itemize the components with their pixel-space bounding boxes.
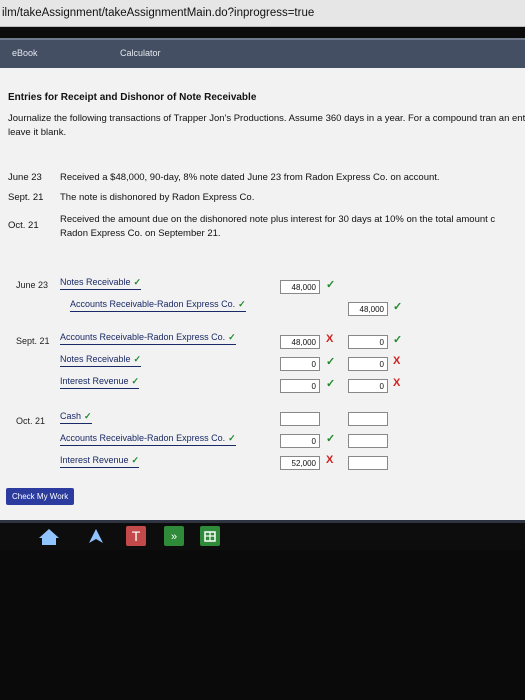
problem-instructions: Journalize the following transactions of… xyxy=(8,113,525,138)
account-name: Interest Revenue xyxy=(60,455,129,465)
check-icon: ✓ xyxy=(228,433,236,443)
account-name: Notes Receivable xyxy=(60,277,131,287)
credit-input[interactable] xyxy=(348,456,388,470)
tab-calculator[interactable]: Calculator xyxy=(120,48,161,58)
account-field[interactable]: Interest Revenue ✓ xyxy=(60,455,140,468)
text-app-icon[interactable]: T xyxy=(126,526,146,546)
account-field[interactable]: Notes Receivable ✓ xyxy=(60,277,142,290)
account-name: Cash xyxy=(60,411,82,421)
check-icon: ✓ xyxy=(238,299,246,309)
debit-input[interactable]: 48,000 xyxy=(280,335,320,349)
account-field[interactable]: Cash ✓ xyxy=(60,411,92,424)
debit-input[interactable] xyxy=(280,412,320,426)
transaction-text-3b: Radon Express Co. on September 21. xyxy=(60,228,221,239)
taskbar: T » xyxy=(0,520,525,550)
credit-input[interactable] xyxy=(348,434,388,448)
check-icon: ✓ xyxy=(326,378,336,390)
svg-text:»: » xyxy=(171,531,177,543)
monitor-bezel xyxy=(0,550,525,700)
debit-input[interactable]: 0 xyxy=(280,379,320,393)
transaction-date-2: Sept. 21 xyxy=(8,192,44,203)
credit-input[interactable]: 48,000 xyxy=(348,302,388,316)
entry-date-june23: June 23 xyxy=(16,280,49,290)
account-name: Accounts Receivable-Radon Express Co. xyxy=(60,433,226,443)
transaction-date-1: June 23 xyxy=(8,172,42,183)
grid-app-icon[interactable] xyxy=(200,526,220,546)
credit-input[interactable] xyxy=(348,412,388,426)
transaction-text-3: Received the amount due on the dishonore… xyxy=(60,214,496,225)
check-icon: ✓ xyxy=(133,277,142,287)
taskbar-divider xyxy=(0,520,525,523)
debit-input[interactable]: 0 xyxy=(280,434,320,448)
account-name: Notes Receivable xyxy=(60,354,131,364)
svg-text:T: T xyxy=(132,528,141,544)
entry-date-sept21: Sept. 21 xyxy=(16,336,50,346)
check-icon: ✓ xyxy=(133,354,142,364)
forward-app-icon[interactable]: » xyxy=(164,526,184,546)
tab-ebook[interactable]: eBook xyxy=(12,48,38,58)
entry-date-oct21: Oct. 21 xyxy=(16,416,46,426)
account-field[interactable]: Accounts Receivable-Radon Express Co. ✓ xyxy=(70,299,246,312)
account-name: Accounts Receivable-Radon Express Co. xyxy=(70,299,236,309)
cross-icon: X xyxy=(326,454,334,466)
account-field[interactable]: Accounts Receivable-Radon Express Co. ✓ xyxy=(60,332,236,345)
check-my-work-button[interactable]: Check My Work xyxy=(6,488,75,505)
cross-icon: X xyxy=(393,355,401,367)
account-field[interactable]: Accounts Receivable-Radon Express Co. ✓ xyxy=(60,433,236,446)
transaction-date-3: Oct. 21 xyxy=(8,220,39,231)
check-icon: ✓ xyxy=(131,455,140,465)
check-icon: ✓ xyxy=(326,356,336,368)
toolbar: eBook Calculator xyxy=(0,38,525,70)
credit-input[interactable]: 0 xyxy=(348,357,388,371)
debit-input[interactable]: 0 xyxy=(280,357,320,371)
transaction-text-1: Received a $48,000, 90-day, 8% note date… xyxy=(60,172,440,183)
account-name: Accounts Receivable-Radon Express Co. xyxy=(60,332,226,342)
credit-input[interactable]: 0 xyxy=(348,379,388,393)
check-icon: ✓ xyxy=(393,334,403,346)
account-name: Interest Revenue xyxy=(60,376,129,386)
assignment-panel: Entries for Receipt and Dishonor of Note… xyxy=(0,68,525,520)
cross-icon: X xyxy=(326,333,334,345)
arrow-icon[interactable] xyxy=(86,526,106,546)
account-field[interactable]: Interest Revenue ✓ xyxy=(60,376,140,389)
check-icon: ✓ xyxy=(84,411,92,421)
cross-icon: X xyxy=(393,377,401,389)
check-icon: ✓ xyxy=(326,433,336,445)
check-icon: ✓ xyxy=(131,376,140,386)
debit-input[interactable]: 52,000 xyxy=(280,456,320,470)
check-icon: ✓ xyxy=(228,332,236,342)
check-icon: ✓ xyxy=(393,301,403,313)
credit-input[interactable]: 0 xyxy=(348,335,388,349)
home-icon[interactable] xyxy=(38,528,60,546)
address-bar[interactable]: ilm/takeAssignment/takeAssignmentMain.do… xyxy=(0,0,525,27)
transaction-text-2: The note is dishonored by Radon Express … xyxy=(60,192,255,203)
problem-title: Entries for Receipt and Dishonor of Note… xyxy=(8,92,257,103)
debit-input[interactable]: 48,000 xyxy=(280,280,320,294)
check-icon: ✓ xyxy=(326,279,336,291)
account-field[interactable]: Notes Receivable ✓ xyxy=(60,354,142,367)
